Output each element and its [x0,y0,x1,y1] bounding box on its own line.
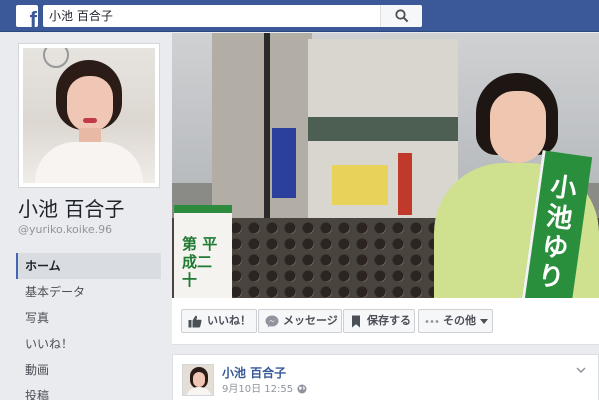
search-icon [395,9,409,23]
sidebar-item-photos[interactable]: 写真 [16,305,161,331]
timeline-post: 小池 百合子 9月10日 12:55 · [172,354,599,400]
page-action-bar: いいね！ メッセージ 保存する その他 [172,298,599,345]
cover-photo[interactable]: 第 平成二十 小池ゆり [172,33,599,298]
facebook-logo-icon[interactable]: f [16,5,38,27]
more-dots-icon [425,320,439,323]
sidebar-item-likes[interactable]: いいね！ [16,331,161,357]
page-sidebar-nav: ホーム 基本データ 写真 いいね！ 動画 投稿 [16,253,161,400]
profile-photo-image [23,48,155,183]
sidebar-item-home[interactable]: ホーム [16,253,161,279]
bookmark-icon [352,315,360,328]
page-title[interactable]: 小池 百合子 [18,197,124,221]
post-author-link[interactable]: 小池 百合子 [222,365,286,381]
search-box[interactable]: 小池 百合子 [43,5,422,27]
cursor-circle-icon [43,48,69,68]
campaign-banner: 第 平成二十 [174,205,232,298]
like-page-button[interactable]: いいね！ [181,309,257,333]
sidebar-item-posts[interactable]: 投稿 [16,383,161,400]
avatar[interactable] [182,364,214,396]
page-username[interactable]: @yuriko.koike.96 [18,223,112,237]
send-message-button[interactable]: メッセージ [258,309,342,333]
sidebar-item-videos[interactable]: 動画 [16,357,161,383]
top-navigation-bar: f 小池 百合子 [0,0,599,32]
save-button[interactable]: 保存する [343,309,415,333]
post-options-chevron-icon[interactable] [576,367,586,374]
post-timestamp[interactable]: 9月10日 12:55 · [222,383,299,396]
messenger-icon [265,315,279,328]
thumbs-up-icon [188,315,202,328]
search-input[interactable]: 小池 百合子 [49,8,113,24]
profile-picture[interactable] [18,43,160,188]
more-options-button[interactable]: その他 [418,309,493,333]
globe-icon [297,384,307,394]
sidebar-item-about[interactable]: 基本データ [16,279,161,305]
chevron-down-icon [480,319,488,324]
search-button[interactable] [380,5,422,27]
